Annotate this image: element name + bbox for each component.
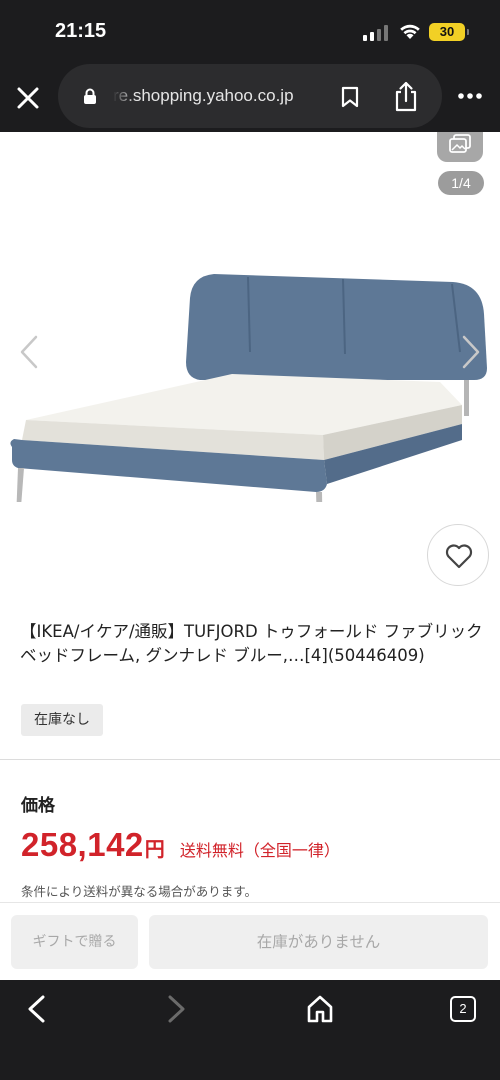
- out-of-stock-button[interactable]: 在庫がありません: [149, 915, 488, 969]
- address-bar[interactable]: re.shopping.yahoo.co.jp: [58, 64, 442, 128]
- back-icon[interactable]: [24, 994, 48, 1024]
- chevron-left-icon[interactable]: [18, 334, 40, 370]
- home-icon[interactable]: [306, 994, 334, 1024]
- status-time: 21:15: [55, 20, 107, 42]
- product-title: 【IKEA/イケア/通販】TUFJORD トゥフォールド ファブリックベッドフレ…: [20, 622, 483, 665]
- action-bar: ギフトで贈る 在庫がありません: [0, 902, 500, 980]
- bookmark-icon[interactable]: [340, 86, 360, 108]
- price-row: 258,142円 送料無料（全国一律）: [21, 826, 340, 866]
- heart-icon: [445, 544, 473, 569]
- divider: [0, 759, 500, 760]
- shipping-note: 条件により送料が異なる場合があります。: [21, 884, 258, 899]
- battery-indicator: 30: [429, 23, 469, 41]
- share-icon[interactable]: [393, 80, 419, 112]
- gallery-button[interactable]: [437, 132, 483, 162]
- stock-status-badge: 在庫なし: [21, 704, 103, 736]
- product-image: [10, 274, 487, 502]
- price-label: 価格: [21, 796, 55, 816]
- chevron-right-icon[interactable]: [460, 334, 482, 370]
- favorite-button[interactable]: [427, 524, 489, 586]
- lock-icon: [84, 88, 96, 104]
- price-amount: 258,142: [21, 826, 144, 863]
- tabs-icon[interactable]: 2: [450, 996, 476, 1022]
- url-text: re.shopping.yahoo.co.jp: [113, 86, 294, 105]
- signal-icon: [363, 25, 388, 41]
- image-counter: 1/4: [438, 171, 484, 195]
- gallery-icon: [449, 134, 471, 153]
- price-currency: 円: [144, 837, 165, 861]
- more-icon[interactable]: [457, 92, 483, 100]
- forward-icon[interactable]: [165, 994, 189, 1024]
- product-image-carousel[interactable]: 1/4: [0, 132, 500, 602]
- close-icon[interactable]: [13, 83, 43, 113]
- browser-top-bar: re.shopping.yahoo.co.jp: [0, 62, 500, 132]
- status-bar: 21:15 30: [0, 0, 500, 62]
- free-shipping-label: 送料無料（全国一律）: [179, 841, 340, 860]
- wifi-icon: [400, 24, 420, 39]
- browser-bottom-toolbar: 2: [0, 980, 500, 1080]
- gift-button[interactable]: ギフトで贈る: [11, 915, 138, 969]
